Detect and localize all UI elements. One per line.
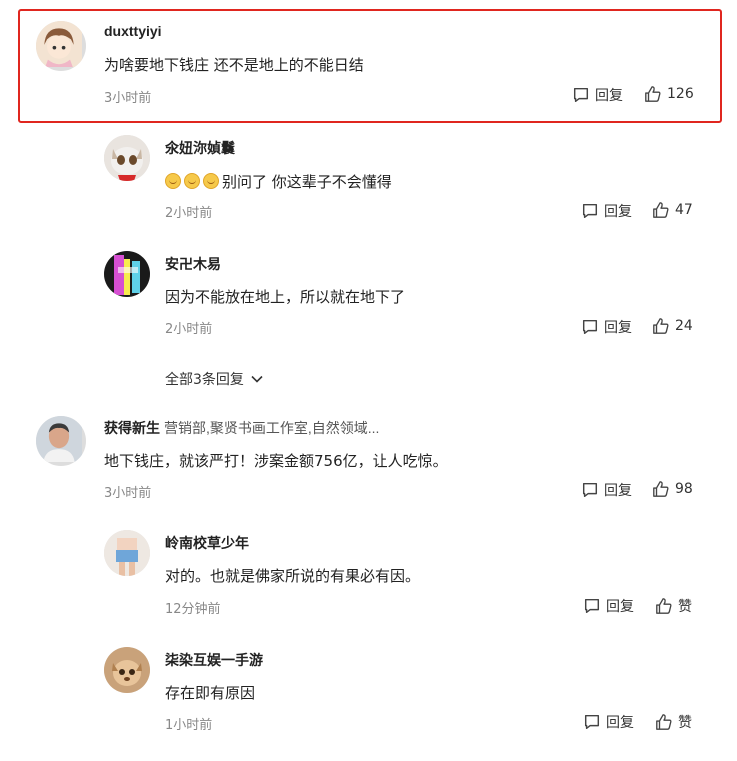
thumbs-up-icon xyxy=(653,481,669,497)
username[interactable]: duxttyiyi xyxy=(104,23,162,39)
like-button[interactable]: 47 xyxy=(652,201,693,219)
thumbs-up-icon xyxy=(653,318,669,334)
reply-label: 回复 xyxy=(604,483,632,499)
emoji-icon xyxy=(184,173,200,189)
avatar[interactable] xyxy=(104,530,150,576)
reply-label: 回复 xyxy=(595,88,623,104)
comment-bubble-icon xyxy=(582,319,598,335)
thumbs-up-icon xyxy=(656,714,672,730)
comment-text: 地下钱庄，就该严打！涉案金额756亿，让人吃惊。 xyxy=(104,452,448,470)
avatar[interactable] xyxy=(104,647,150,693)
comment-time: 1小时前 xyxy=(165,718,213,733)
username[interactable]: 柒染互娱一手游 xyxy=(165,650,263,670)
reply-button[interactable]: 回复 xyxy=(581,480,632,500)
reply-button[interactable]: 回复 xyxy=(572,85,623,105)
comment-text: 存在即有原因 xyxy=(165,684,256,702)
like-count: 赞 xyxy=(678,715,692,731)
like-button[interactable]: 126 xyxy=(644,85,694,103)
username[interactable]: 安卍木易 xyxy=(165,254,221,274)
thumbs-up-icon xyxy=(645,86,661,102)
reply-label: 回复 xyxy=(604,320,632,336)
thumbs-up-icon xyxy=(653,202,669,218)
username[interactable]: 氽妞沵媜鬤 xyxy=(165,138,235,158)
emoji-icon xyxy=(165,173,181,189)
like-button[interactable]: 赞 xyxy=(655,712,692,732)
reply-item: 岭南校草少年 对的。也就是佛家所说的有果必有因。 12分钟前 回复 赞 xyxy=(0,513,737,629)
like-button[interactable]: 赞 xyxy=(655,596,692,616)
like-count: 98 xyxy=(675,481,693,497)
comment-time: 3小时前 xyxy=(104,486,152,501)
comment-time: 2小时前 xyxy=(165,322,213,337)
like-count: 47 xyxy=(675,202,693,218)
like-count: 126 xyxy=(667,86,694,102)
reply-label: 回复 xyxy=(604,204,632,220)
user-description: 营销部,聚贤书画工作室,自然领域... xyxy=(164,420,380,436)
reply-item: 安卍木易 因为不能放在地上，所以就在地下了 2小时前 回复 24 xyxy=(0,232,737,348)
comment-bubble-icon xyxy=(584,714,600,730)
like-button[interactable]: 98 xyxy=(652,480,693,498)
comment-text: 因为不能放在地上，所以就在地下了 xyxy=(165,288,406,306)
like-count: 24 xyxy=(675,318,693,334)
reply-button[interactable]: 回复 xyxy=(583,712,634,732)
comment-item: duxttyiyi 为啥要地下钱庄 还不是地上的不能日结 3小时前 回复 126 xyxy=(0,0,737,116)
reply-item: 氽妞沵媜鬤 别问了 你这辈子不会懂得 2小时前 回复 47 xyxy=(0,116,737,232)
like-button[interactable]: 24 xyxy=(652,317,693,335)
username[interactable]: 获得新生 营销部,聚贤书画工作室,自然领域... xyxy=(104,418,379,438)
reply-item: 柒染互娱一手游 存在即有原因 1小时前 回复 赞 xyxy=(0,629,737,745)
avatar[interactable] xyxy=(36,416,86,466)
like-count: 赞 xyxy=(678,599,692,615)
comment-text-body: 别问了 你这辈子不会懂得 xyxy=(222,173,392,191)
avatar[interactable] xyxy=(36,21,86,71)
comment-text: 为啥要地下钱庄 还不是地上的不能日结 xyxy=(104,56,364,74)
comment-text: 对的。也就是佛家所说的有果必有因。 xyxy=(165,567,421,585)
reply-button[interactable]: 回复 xyxy=(583,596,634,616)
username[interactable]: 岭南校草少年 xyxy=(165,533,249,553)
reply-label: 回复 xyxy=(606,715,634,731)
reply-label: 回复 xyxy=(606,599,634,615)
comment-text: 别问了 你这辈子不会懂得 xyxy=(165,171,392,192)
comment-bubble-icon xyxy=(573,87,589,103)
comment-bubble-icon xyxy=(584,598,600,614)
comment-time: 3小时前 xyxy=(104,91,152,106)
emoji-icon xyxy=(203,173,219,189)
avatar[interactable] xyxy=(104,251,150,297)
avatar[interactable] xyxy=(104,135,150,181)
comment-bubble-icon xyxy=(582,203,598,219)
reply-button[interactable]: 回复 xyxy=(581,201,632,221)
comment-bubble-icon xyxy=(582,482,598,498)
comment-item: 获得新生 营销部,聚贤书画工作室,自然领域... 地下钱庄，就该严打！涉案金额75… xyxy=(0,396,737,512)
chevron-down-icon xyxy=(251,375,263,383)
reply-button[interactable]: 回复 xyxy=(581,317,632,337)
username-text: 获得新生 xyxy=(104,420,160,436)
comment-time: 12分钟前 xyxy=(165,602,221,617)
thumbs-up-icon xyxy=(656,598,672,614)
view-all-replies-button[interactable]: 全部3条回复 xyxy=(165,369,264,389)
view-all-replies-label: 全部3条回复 xyxy=(165,372,244,388)
comment-time: 2小时前 xyxy=(165,206,213,221)
